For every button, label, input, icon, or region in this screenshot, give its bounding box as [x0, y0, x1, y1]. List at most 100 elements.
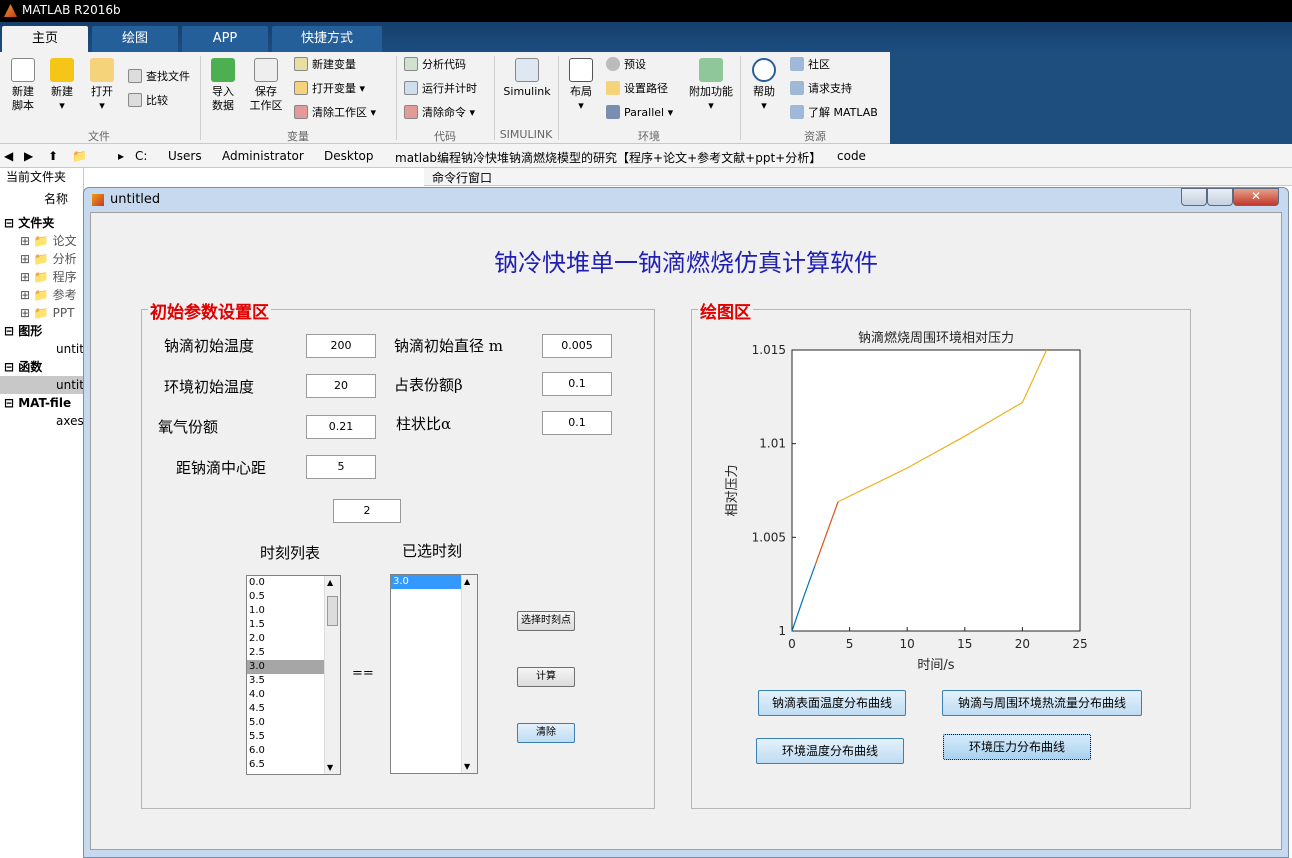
simulink-button[interactable]: Simulink	[500, 58, 554, 99]
time-list-item[interactable]: 0.0	[247, 576, 324, 590]
time-list-scrollbar[interactable]: ▲ ▼	[324, 576, 340, 774]
time-list-item[interactable]: 0.5	[247, 590, 324, 604]
selected-times-listbox[interactable]: 3.0 ▲ ▼	[390, 574, 478, 774]
forward-icon[interactable]: ▶	[24, 149, 33, 163]
addons-button[interactable]: 附加功能 ▾	[688, 58, 734, 113]
clear-workspace-button[interactable]: 清除工作区 ▾	[294, 104, 376, 122]
tab-shortcuts[interactable]: 快捷方式	[272, 26, 382, 52]
find-files-icon	[128, 69, 142, 83]
selected-list-item[interactable]: 3.0	[391, 575, 461, 589]
breadcrumb-users[interactable]: Users	[168, 149, 202, 163]
breadcrumb-code[interactable]: code	[837, 149, 866, 163]
folder-item[interactable]: ⊞ 📁 论文	[20, 232, 77, 250]
layout-button[interactable]: 布局 ▾	[564, 58, 598, 113]
community-button[interactable]: 社区	[790, 56, 830, 74]
folder-item[interactable]: ⊞ 📁 参考	[20, 286, 77, 304]
clear-button[interactable]: 清除	[517, 723, 575, 743]
set-path-button[interactable]: 设置路径	[606, 80, 668, 98]
new-script-button[interactable]: 新建 脚本	[6, 58, 40, 113]
help-button[interactable]: 帮助 ▾	[748, 58, 780, 113]
figure-content: 钠冷快堆单一钠滴燃烧仿真计算软件 初始参数设置区 钠滴初始温度 200 环境初始…	[90, 212, 1282, 850]
new-variable-label: 新建变量	[312, 58, 356, 71]
time-list-item[interactable]: 3.5	[247, 674, 324, 688]
scroll-up-icon[interactable]: ▲	[327, 578, 333, 587]
distance-input[interactable]: 5	[306, 455, 376, 479]
aspect-ratio-input[interactable]: 0.1	[542, 411, 612, 435]
breadcrumb-administrator[interactable]: Administrator	[222, 149, 304, 163]
breadcrumb-c[interactable]: C:	[135, 149, 147, 163]
analyze-code-button[interactable]: 分析代码	[404, 56, 466, 74]
mat-file-item[interactable]: axes	[38, 412, 84, 430]
time-list-item[interactable]: 4.0	[247, 688, 324, 702]
figure-group[interactable]: ⊟ 图形	[4, 322, 42, 340]
x-tick-label: 5	[846, 637, 854, 651]
new-variable-button[interactable]: 新建变量	[294, 56, 356, 74]
request-support-button[interactable]: 请求支持	[790, 80, 852, 98]
figure-file-item[interactable]: untit	[38, 340, 84, 358]
clear-commands-button[interactable]: 清除命令 ▾	[404, 104, 475, 122]
maximize-button[interactable]	[1207, 188, 1233, 206]
open-variable-button[interactable]: 打开变量 ▾	[294, 80, 365, 98]
compare-button[interactable]: 比较	[128, 92, 168, 110]
scroll-up-icon[interactable]: ▲	[464, 577, 470, 586]
env-temp-curve-button[interactable]: 环境温度分布曲线	[756, 738, 904, 764]
selected-list-scrollbar[interactable]: ▲ ▼	[461, 575, 477, 773]
surface-fraction-input[interactable]: 0.1	[542, 372, 612, 396]
compute-button[interactable]: 计算	[517, 667, 575, 687]
save-workspace-button[interactable]: 保存 工作区	[246, 58, 286, 113]
surface-temp-curve-button[interactable]: 钠滴表面温度分布曲线	[758, 690, 906, 716]
breadcrumb-project-folder[interactable]: matlab编程钠冷快堆钠滴燃烧模型的研究【程序+论文+参考文献+ppt+分析】	[395, 149, 821, 166]
count-input[interactable]: 2	[333, 499, 401, 523]
time-listbox[interactable]: 0.0 0.5 1.0 1.5 2.0 2.5 3.0 3.5 4.0 4.5 5.0 5.5 6.0 6…	[246, 575, 341, 775]
tab-plots[interactable]: 绘图	[92, 26, 178, 52]
oxygen-input[interactable]: 0.21	[306, 415, 376, 439]
scroll-down-icon[interactable]: ▼	[464, 762, 470, 771]
heat-flux-curve-button[interactable]: 钠滴与周围环境热流量分布曲线	[942, 690, 1142, 716]
select-time-button[interactable]: 选择时刻点	[517, 611, 575, 631]
time-list-item[interactable]: 6.5	[247, 758, 324, 772]
preferences-button[interactable]: 预设	[606, 56, 646, 74]
time-list-item[interactable]: 2.0	[247, 632, 324, 646]
time-list-item[interactable]: 3.0	[247, 660, 324, 674]
time-list-item[interactable]: 6.0	[247, 744, 324, 758]
function-file-item[interactable]: untit	[0, 376, 84, 394]
env-pressure-curve-button[interactable]: 环境压力分布曲线	[943, 734, 1091, 760]
group-label-resources: 资源	[804, 130, 826, 143]
run-and-time-button[interactable]: 运行并计时	[404, 80, 477, 98]
new-button[interactable]: 新建 ▾	[46, 58, 78, 113]
folder-item[interactable]: ⊞ 📁 PPT	[20, 304, 74, 322]
time-list-item[interactable]: 2.5	[247, 646, 324, 660]
scroll-down-icon[interactable]: ▼	[327, 763, 333, 772]
tab-home[interactable]: 主页	[2, 26, 88, 52]
folder-group[interactable]: ⊟ 文件夹	[4, 214, 54, 232]
init-diameter-input[interactable]: 0.005	[542, 334, 612, 358]
time-list-item[interactable]: 1.5	[247, 618, 324, 632]
folder-item[interactable]: ⊞ 📁 分析	[20, 250, 77, 268]
mat-file-group[interactable]: ⊟ MAT-file	[4, 394, 71, 412]
name-column-header[interactable]: 名称	[44, 190, 68, 208]
breadcrumb-desktop[interactable]: Desktop	[324, 149, 374, 163]
find-files-button[interactable]: 查找文件	[128, 68, 190, 86]
parallel-button[interactable]: Parallel ▾	[606, 104, 673, 122]
command-window-title: 命令行窗口	[432, 171, 493, 185]
back-icon[interactable]: ◀	[4, 149, 13, 163]
import-data-button[interactable]: 导入 数据	[206, 58, 240, 113]
tab-apps[interactable]: APP	[182, 26, 268, 52]
browse-folder-icon[interactable]: 📁	[72, 149, 87, 163]
time-list-item[interactable]: 5.5	[247, 730, 324, 744]
folder-item[interactable]: ⊞ 📁 程序	[20, 268, 77, 286]
close-button[interactable]: ✕	[1233, 188, 1279, 206]
up-folder-icon[interactable]: ⬆	[48, 149, 58, 163]
time-list-item[interactable]: 1.0	[247, 604, 324, 618]
open-button[interactable]: 打开 ▾	[86, 58, 118, 113]
init-temp-input[interactable]: 200	[306, 334, 376, 358]
env-temp-input[interactable]: 20	[306, 374, 376, 398]
current-folder-header: 当前文件夹	[6, 170, 67, 184]
function-group[interactable]: ⊟ 函数	[4, 358, 42, 376]
y-tick-label: 1	[778, 624, 786, 638]
time-list-item[interactable]: 5.0	[247, 716, 324, 730]
learn-matlab-button[interactable]: 了解 MATLAB	[790, 104, 878, 122]
time-list-item[interactable]: 4.5	[247, 702, 324, 716]
minimize-button[interactable]	[1181, 188, 1207, 206]
scroll-thumb[interactable]	[327, 596, 338, 626]
